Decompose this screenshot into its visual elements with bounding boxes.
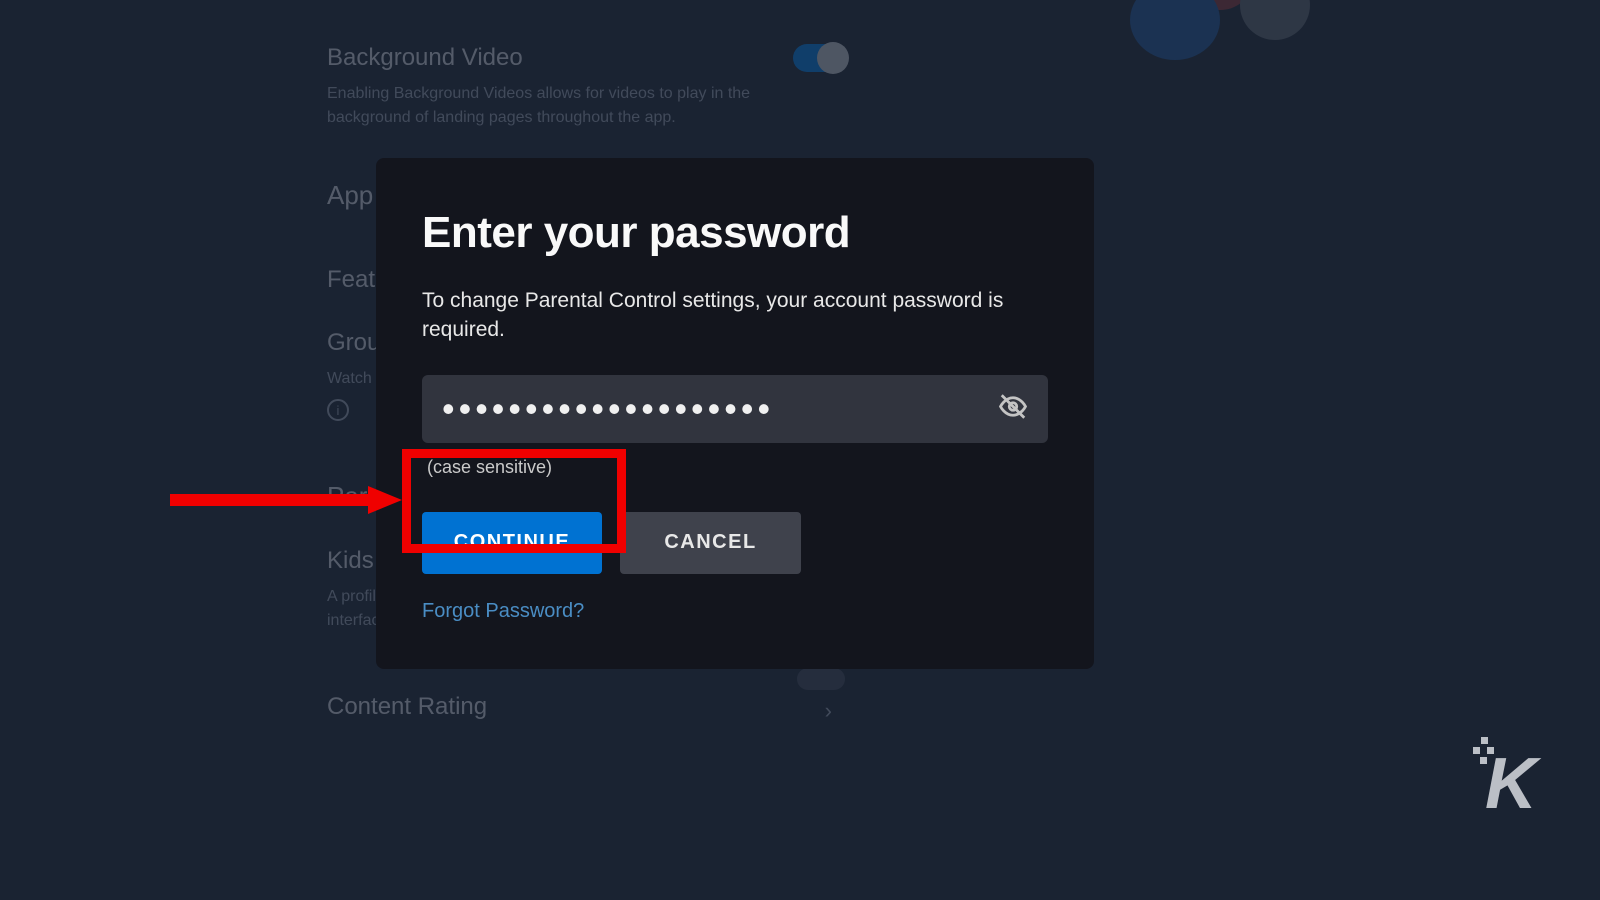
watermark: K <box>1485 743 1535 825</box>
password-modal: Enter your password To change Parental C… <box>376 158 1094 669</box>
cancel-button[interactable]: CANCEL <box>620 512 801 574</box>
chevron-right-icon: › <box>825 698 832 724</box>
setting-desc-background-video: Enabling Background Videos allows for vi… <box>327 82 807 130</box>
hide-password-icon[interactable] <box>998 391 1028 426</box>
setting-content-rating[interactable]: Content Rating <box>327 693 1227 721</box>
password-input[interactable] <box>422 375 1048 443</box>
toggle-background-video[interactable] <box>793 44 847 72</box>
password-input-wrap <box>422 375 1048 443</box>
watermark-letter: K <box>1485 744 1535 824</box>
modal-description: To change Parental Control settings, you… <box>422 286 1048 345</box>
modal-button-row: CONTINUE CANCEL <box>422 512 1048 574</box>
forgot-password-link[interactable]: Forgot Password? <box>422 600 584 622</box>
setting-title-background-video: Background Video <box>327 44 1227 72</box>
modal-title: Enter your password <box>422 208 1048 258</box>
info-icon: i <box>327 399 349 421</box>
badge-pill <box>797 668 845 690</box>
continue-button[interactable]: CONTINUE <box>422 512 602 574</box>
password-hint: (case sensitive) <box>422 457 1048 478</box>
